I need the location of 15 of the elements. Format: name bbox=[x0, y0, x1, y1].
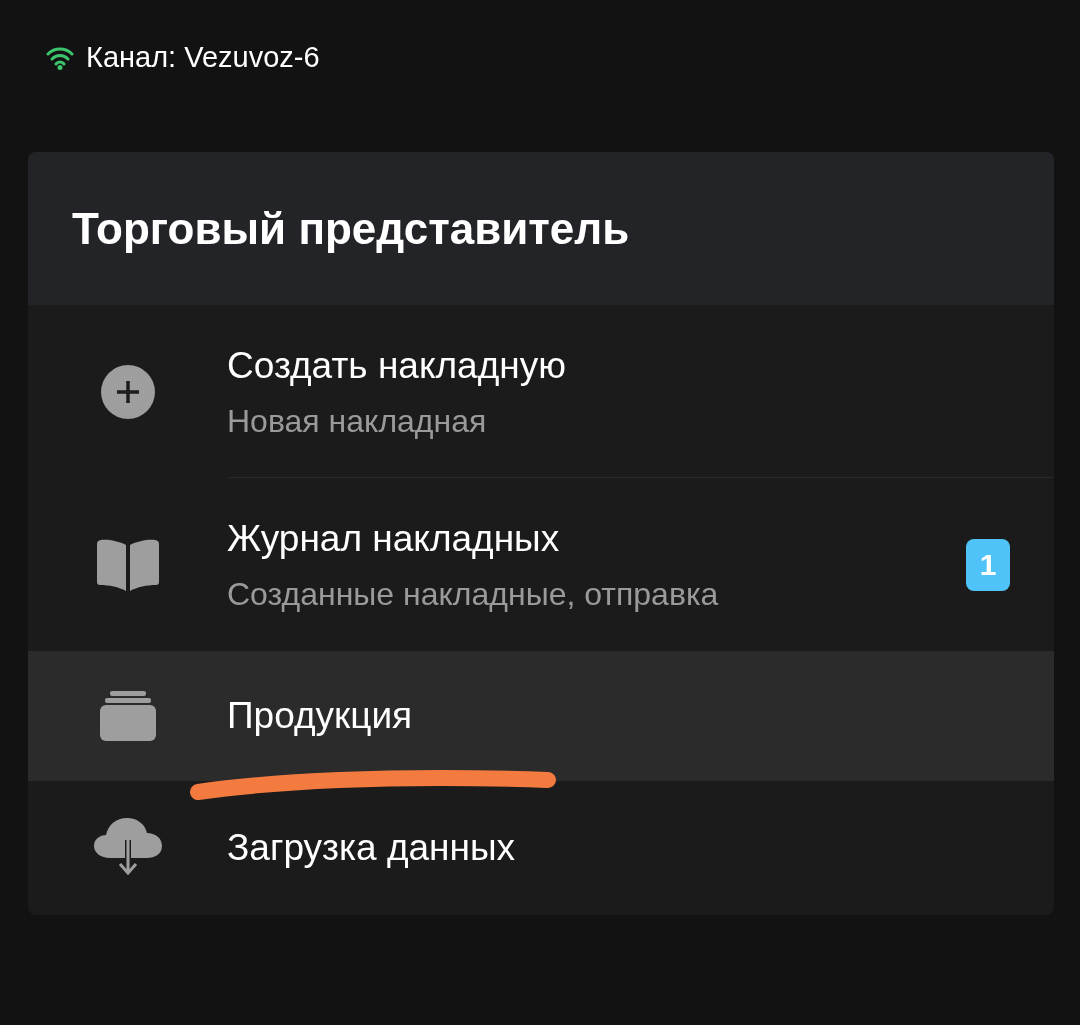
item-subtitle: Новая накладная bbox=[227, 402, 488, 442]
stack-icon bbox=[99, 691, 156, 741]
count-badge: 1 bbox=[966, 538, 1010, 591]
menu-item[interactable]: Продукция bbox=[28, 651, 1054, 781]
card-title: Торговый представитель bbox=[72, 202, 630, 255]
plus-circle-icon bbox=[100, 364, 155, 419]
item-title: Продукция bbox=[227, 694, 414, 739]
channel-label: Канал: Vezuvoz-6 bbox=[86, 40, 320, 76]
item-title: Журнал накладных bbox=[227, 516, 561, 561]
cloud-download-icon bbox=[93, 818, 162, 878]
item-title: Создать накладную bbox=[227, 343, 567, 388]
wifi-icon bbox=[46, 46, 74, 70]
book-icon bbox=[96, 538, 159, 591]
item-title: Загрузка данных bbox=[227, 826, 517, 871]
item-subtitle: Созданные накладные, отправка bbox=[227, 575, 720, 615]
